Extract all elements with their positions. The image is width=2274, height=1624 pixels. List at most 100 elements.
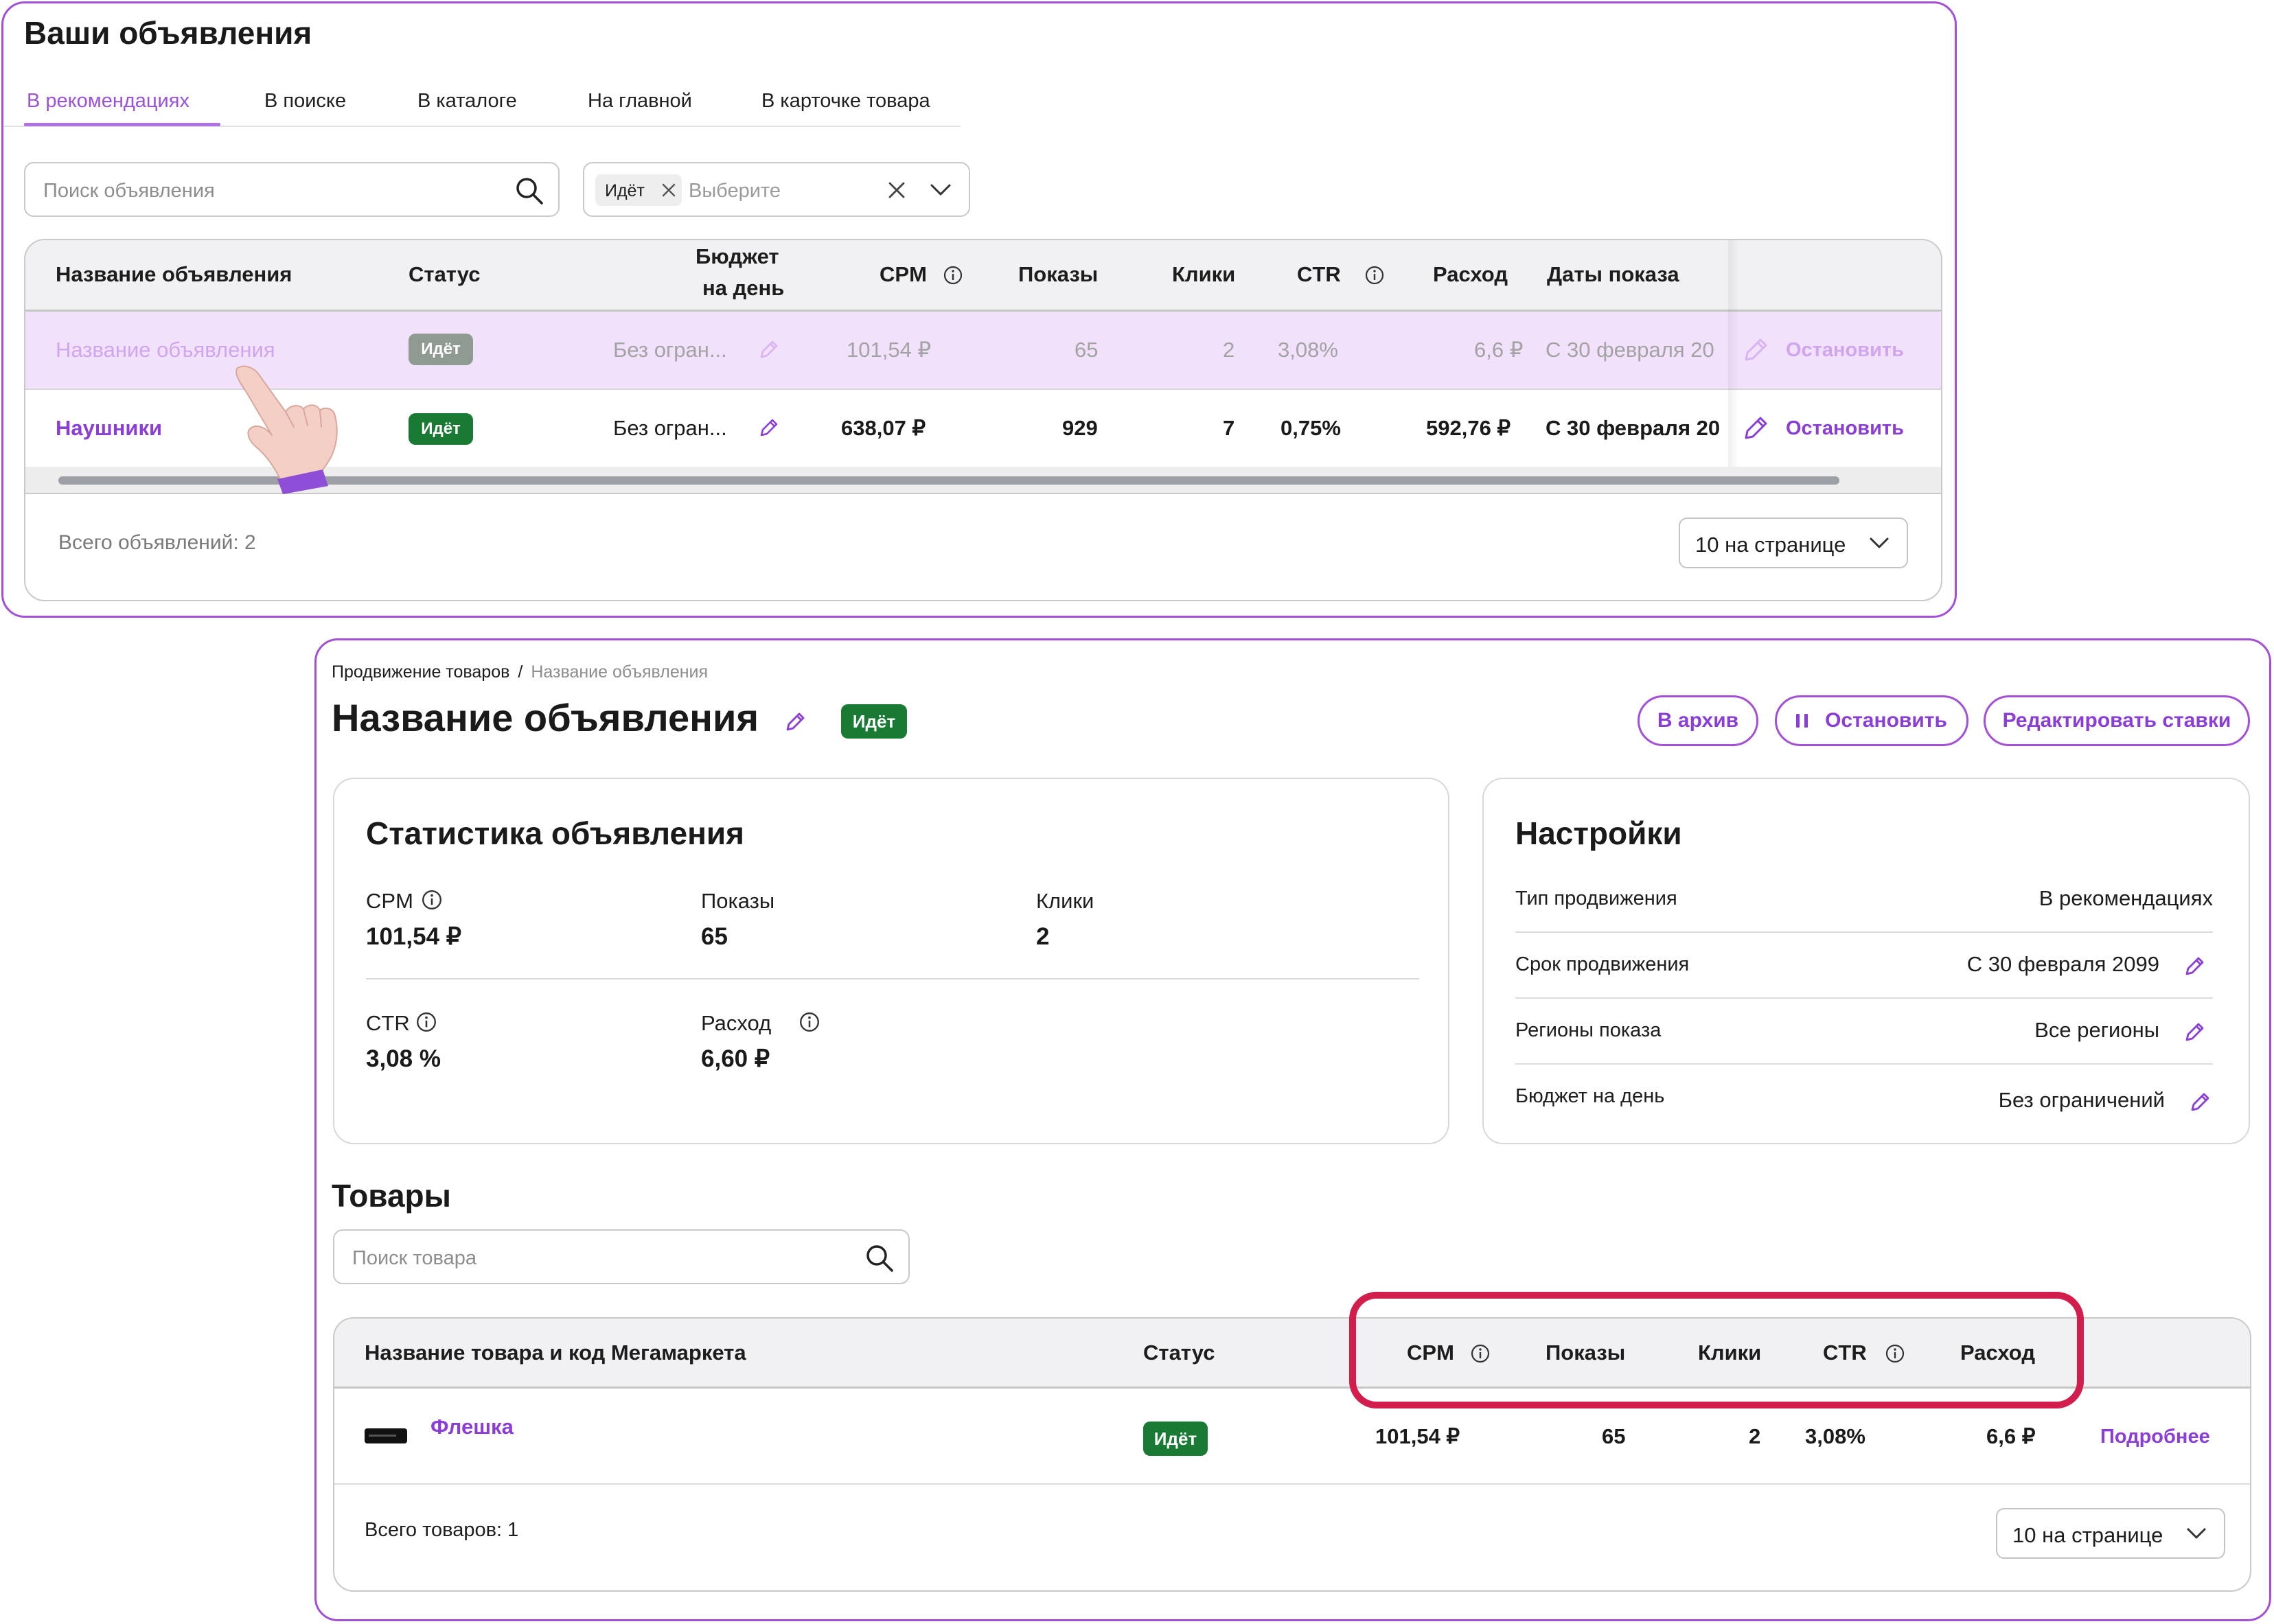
search-icon[interactable] [514, 176, 544, 206]
archive-button[interactable]: В архив [1638, 695, 1758, 746]
col-header-spend: Расход [1433, 262, 1508, 286]
info-icon[interactable] [1470, 1343, 1491, 1364]
stop-button[interactable]: Остановить [1775, 695, 1968, 746]
tab-main-page[interactable]: На главной [588, 90, 692, 113]
clicks-value: 2 [1749, 1424, 1761, 1448]
page-size-select[interactable]: 10 на странице [1679, 518, 1908, 568]
goods-table: Название товара и код Мегамаркета Статус… [333, 1317, 2251, 1592]
ctr-value: 3,08% [1278, 338, 1338, 362]
cpm-value: 101,54 ₽ [1375, 1424, 1460, 1448]
page-size-select[interactable]: 10 на странице [1996, 1508, 2225, 1559]
page-title: Название объявления [332, 696, 759, 739]
tab-recommendations[interactable]: В рекомендациях [27, 90, 190, 113]
ad-settings-card: Настройки Тип продвижения В рекомендация… [1482, 778, 2250, 1144]
page-size-label: 10 на странице [1695, 533, 1846, 557]
ad-details-panel: Продвижение товаров / Название объявления … [314, 638, 2271, 1621]
info-icon[interactable] [943, 265, 963, 286]
edit-pencil-icon[interactable] [2188, 1089, 2213, 1114]
filter-chip-label: Идёт [605, 181, 645, 200]
pause-icon [1796, 714, 1808, 728]
clicks-value: 2 [1223, 338, 1235, 362]
edit-pencil-icon[interactable] [783, 709, 808, 734]
edit-bids-button-label: Редактировать ставки [2002, 709, 2231, 732]
edit-pencil-icon[interactable] [757, 416, 781, 439]
col-header-cpm: CPM [1407, 1341, 1454, 1365]
edit-pencil-icon[interactable] [2183, 1019, 2207, 1044]
clear-icon[interactable] [886, 180, 907, 200]
edit-bids-button[interactable]: Редактировать ставки [1984, 695, 2250, 746]
shows-value: 65 [1602, 1424, 1626, 1448]
stat-shows-value: 65 [701, 923, 728, 950]
chevron-down-icon[interactable] [929, 181, 952, 199]
page-size-label: 10 на странице [2012, 1523, 2163, 1547]
shows-value: 65 [1075, 338, 1099, 362]
stats-title: Статистика объявления [366, 815, 744, 851]
stat-spend-label: Расход [701, 1011, 772, 1035]
info-icon[interactable] [1364, 265, 1385, 286]
edit-pencil-icon[interactable] [1742, 335, 1771, 364]
tab-catalog[interactable]: В каталоге [417, 90, 517, 113]
setting-value: С 30 февраля 2099 [1966, 952, 2159, 976]
breadcrumb-separator: / [518, 662, 523, 682]
product-name-link[interactable]: Флешка [430, 1415, 514, 1439]
setting-row-regions: Регионы показа Все регионы [1515, 999, 2213, 1065]
filter-chip: Идёт [595, 174, 682, 206]
stat-clicks-label: Клики [1036, 889, 1094, 913]
status-filter-select[interactable]: Идёт Выберите [583, 162, 970, 217]
ad-name-link[interactable]: Наушники [56, 416, 162, 441]
table-row[interactable]: Флешка Идёт 101,54 ₽ 65 2 3,08% 6,6 ₽ По… [334, 1389, 2250, 1485]
setting-row-promotion-type: Тип продвижения В рекомендациях [1515, 867, 2213, 933]
info-icon[interactable] [1885, 1343, 1905, 1364]
breadcrumb-current: Название объявления [531, 662, 709, 682]
stop-ad-link[interactable]: Остановить [1786, 339, 1904, 362]
goods-total-count: Всего товаров: 1 [365, 1519, 519, 1541]
settings-title: Настройки [1515, 815, 1682, 851]
stat-ctr-value: 3,08 % [366, 1045, 441, 1072]
edit-pencil-icon[interactable] [1742, 413, 1771, 442]
hand-pointer-icon [232, 364, 342, 494]
setting-row-daily-budget: Бюджет на день Без ограничений [1515, 1065, 2213, 1130]
archive-button-label: В архив [1657, 709, 1739, 732]
col-header-name: Название объявления [56, 262, 292, 286]
ctr-value: 3,08% [1805, 1424, 1865, 1448]
col-header-ctr: CTR [1297, 262, 1341, 286]
goods-search-input[interactable]: Поиск товара [333, 1229, 910, 1284]
stop-button-label: Остановить [1825, 709, 1947, 732]
stat-cpm-value: 101,54 ₽ [366, 923, 462, 950]
ctr-value: 0,75% [1280, 416, 1341, 440]
col-header-ctr: CTR [1823, 1341, 1867, 1365]
setting-value: В рекомендациях [2038, 886, 2213, 910]
dates-value: С 30 февраля 20 [1546, 416, 1721, 440]
status-badge: Идёт [1143, 1422, 1208, 1456]
breadcrumb-item[interactable]: Продвижение товаров [332, 662, 509, 682]
tab-search[interactable]: В поиске [264, 90, 346, 113]
details-link[interactable]: Подробнее [2100, 1426, 2210, 1448]
info-icon[interactable] [799, 1011, 820, 1033]
ad-search-input[interactable]: Поиск объявления [24, 162, 560, 217]
stat-ctr-label: CTR [366, 1011, 410, 1035]
spend-value: 6,6 ₽ [1474, 338, 1524, 362]
edit-pencil-icon[interactable] [2183, 953, 2207, 978]
search-icon[interactable] [864, 1243, 895, 1273]
search-placeholder: Поиск товара [352, 1247, 476, 1269]
col-header-shows: Показы [1018, 262, 1099, 286]
col-header-product-name: Название товара и код Мегамаркета [365, 1341, 746, 1365]
col-header-budget-line2: на день [702, 276, 785, 300]
page-title: Ваши объявления [24, 15, 312, 51]
setting-value: Без ограничений [1998, 1088, 2165, 1112]
col-header-spend: Расход [1960, 1341, 2036, 1365]
ad-name-link[interactable]: Название объявления [56, 338, 275, 362]
info-icon[interactable] [415, 1011, 437, 1033]
clicks-value: 7 [1223, 416, 1235, 440]
info-icon[interactable] [421, 889, 443, 911]
edit-pencil-icon[interactable] [757, 338, 781, 361]
setting-value: Все регионы [2034, 1018, 2159, 1042]
status-badge: Идёт [409, 334, 473, 365]
cpm-value: 638,07 ₽ [841, 416, 926, 440]
table-header: Название товара и код Мегамаркета Статус… [334, 1319, 2250, 1389]
stats-divider [366, 978, 1419, 979]
goods-section-title: Товары [332, 1178, 451, 1214]
stop-ad-link[interactable]: Остановить [1786, 417, 1904, 440]
chip-remove-icon[interactable] [661, 183, 676, 198]
tab-product-card[interactable]: В карточке товара [761, 90, 930, 113]
